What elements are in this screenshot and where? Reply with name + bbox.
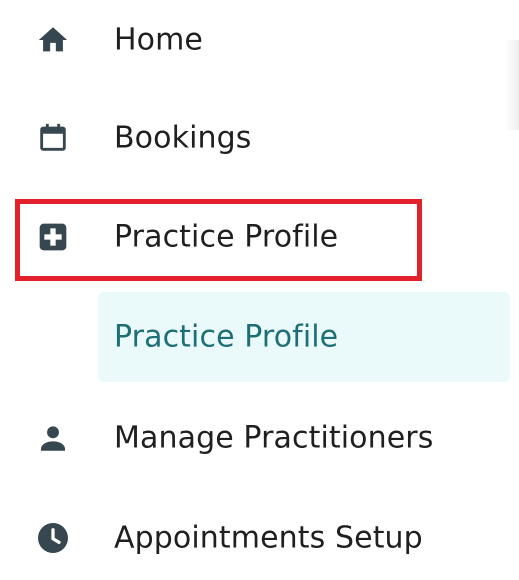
medical-plus-icon xyxy=(34,218,72,256)
nav-item-appointments-setup[interactable]: Appointments Setup xyxy=(0,498,519,578)
nav-item-bookings-label: Bookings xyxy=(114,120,252,156)
nav-item-appointments-setup-label: Appointments Setup xyxy=(114,520,423,556)
sidebar-nav: Home Bookings Practice Profile Practice … xyxy=(0,0,519,580)
subnav-item-practice-profile-label: Practice Profile xyxy=(114,319,339,355)
nav-item-manage-practitioners-label: Manage Practitioners xyxy=(114,420,434,456)
nav-item-bookings[interactable]: Bookings xyxy=(0,98,519,178)
calendar-icon xyxy=(34,119,72,157)
nav-item-manage-practitioners[interactable]: Manage Practitioners xyxy=(0,398,519,478)
nav-item-practice-profile-label: Practice Profile xyxy=(114,219,339,255)
home-icon xyxy=(34,21,72,59)
panel-edge-shadow xyxy=(505,40,519,130)
subnav-item-practice-profile[interactable]: Practice Profile xyxy=(98,292,510,382)
nav-item-practice-profile[interactable]: Practice Profile xyxy=(0,197,519,277)
nav-item-home-label: Home xyxy=(114,22,203,58)
nav-item-home[interactable]: Home xyxy=(0,0,519,80)
clock-icon xyxy=(34,519,72,557)
person-icon xyxy=(34,419,72,457)
